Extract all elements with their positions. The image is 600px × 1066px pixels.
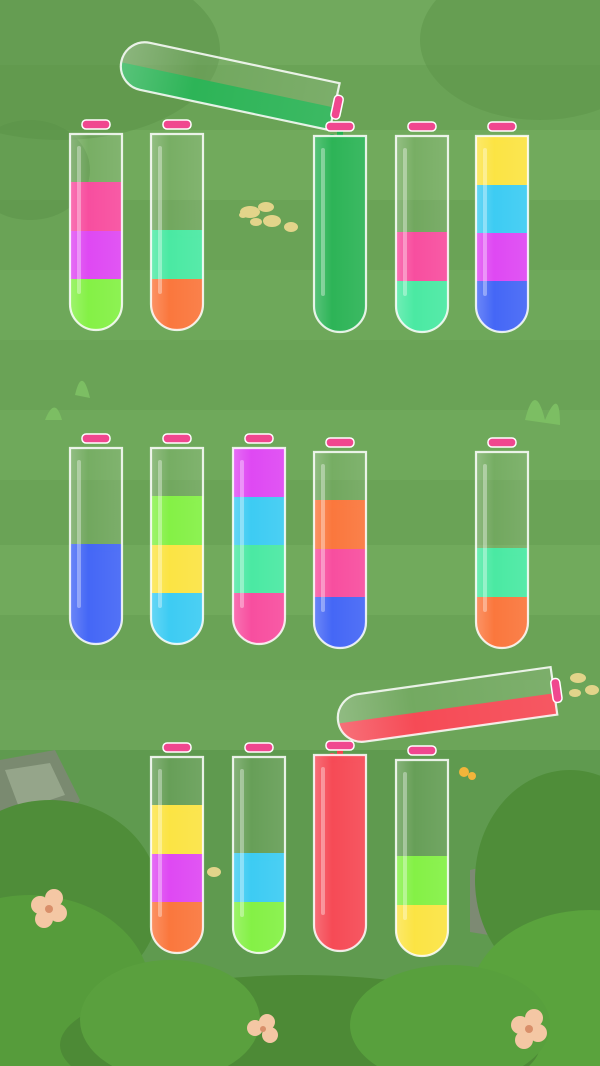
- bottle-r2-3[interactable]: [231, 433, 287, 646]
- glass-highlight: [240, 769, 244, 917]
- bottle-r1-4[interactable]: [394, 121, 450, 334]
- bottle-cap-ring: [162, 119, 192, 130]
- bottle-r3-3[interactable]: [312, 740, 368, 953]
- bottle-cap-ring: [407, 745, 437, 756]
- bottle-cap-ring: [325, 740, 355, 751]
- bottle-cap-ring: [244, 433, 274, 444]
- bottle-cap-ring: [162, 433, 192, 444]
- bottle-cap-ring: [325, 437, 355, 448]
- bottle-cap-ring: [487, 437, 517, 448]
- bottle-r2-5[interactable]: [474, 437, 530, 650]
- glass-highlight: [403, 148, 407, 296]
- glass-highlight: [158, 460, 162, 608]
- bottle-cap-ring: [244, 742, 274, 753]
- bottle-r1-3[interactable]: [312, 121, 368, 334]
- bottle-r1-5[interactable]: [474, 121, 530, 334]
- bottle-r3-2[interactable]: [231, 742, 287, 955]
- glass-highlight: [321, 767, 325, 915]
- glass-highlight: [77, 146, 81, 294]
- glass-highlight: [483, 148, 487, 296]
- bottle-r2-4[interactable]: [312, 437, 368, 650]
- game-board: [0, 0, 600, 1066]
- bottle-cap-ring: [81, 119, 111, 130]
- glass-highlight: [321, 464, 325, 612]
- glass-highlight: [321, 148, 325, 296]
- bottle-r2-2[interactable]: [149, 433, 205, 646]
- glass-highlight: [403, 772, 407, 920]
- bottle-cap-ring: [81, 433, 111, 444]
- bottle-r3-1[interactable]: [149, 742, 205, 955]
- glass-highlight: [240, 460, 244, 608]
- bottle-cap-ring: [325, 121, 355, 132]
- bottle-cap-ring: [162, 742, 192, 753]
- glass-highlight: [483, 464, 487, 612]
- bottle-cap-ring: [407, 121, 437, 132]
- glass-highlight: [77, 460, 81, 608]
- bottle-r1-2[interactable]: [149, 119, 205, 332]
- glass-highlight: [158, 769, 162, 917]
- bottle-r1-1[interactable]: [68, 119, 124, 332]
- bottle-r3-4[interactable]: [394, 745, 450, 958]
- bottle-cap-ring: [487, 121, 517, 132]
- bottle-r2-1[interactable]: [68, 433, 124, 646]
- glass-highlight: [158, 146, 162, 294]
